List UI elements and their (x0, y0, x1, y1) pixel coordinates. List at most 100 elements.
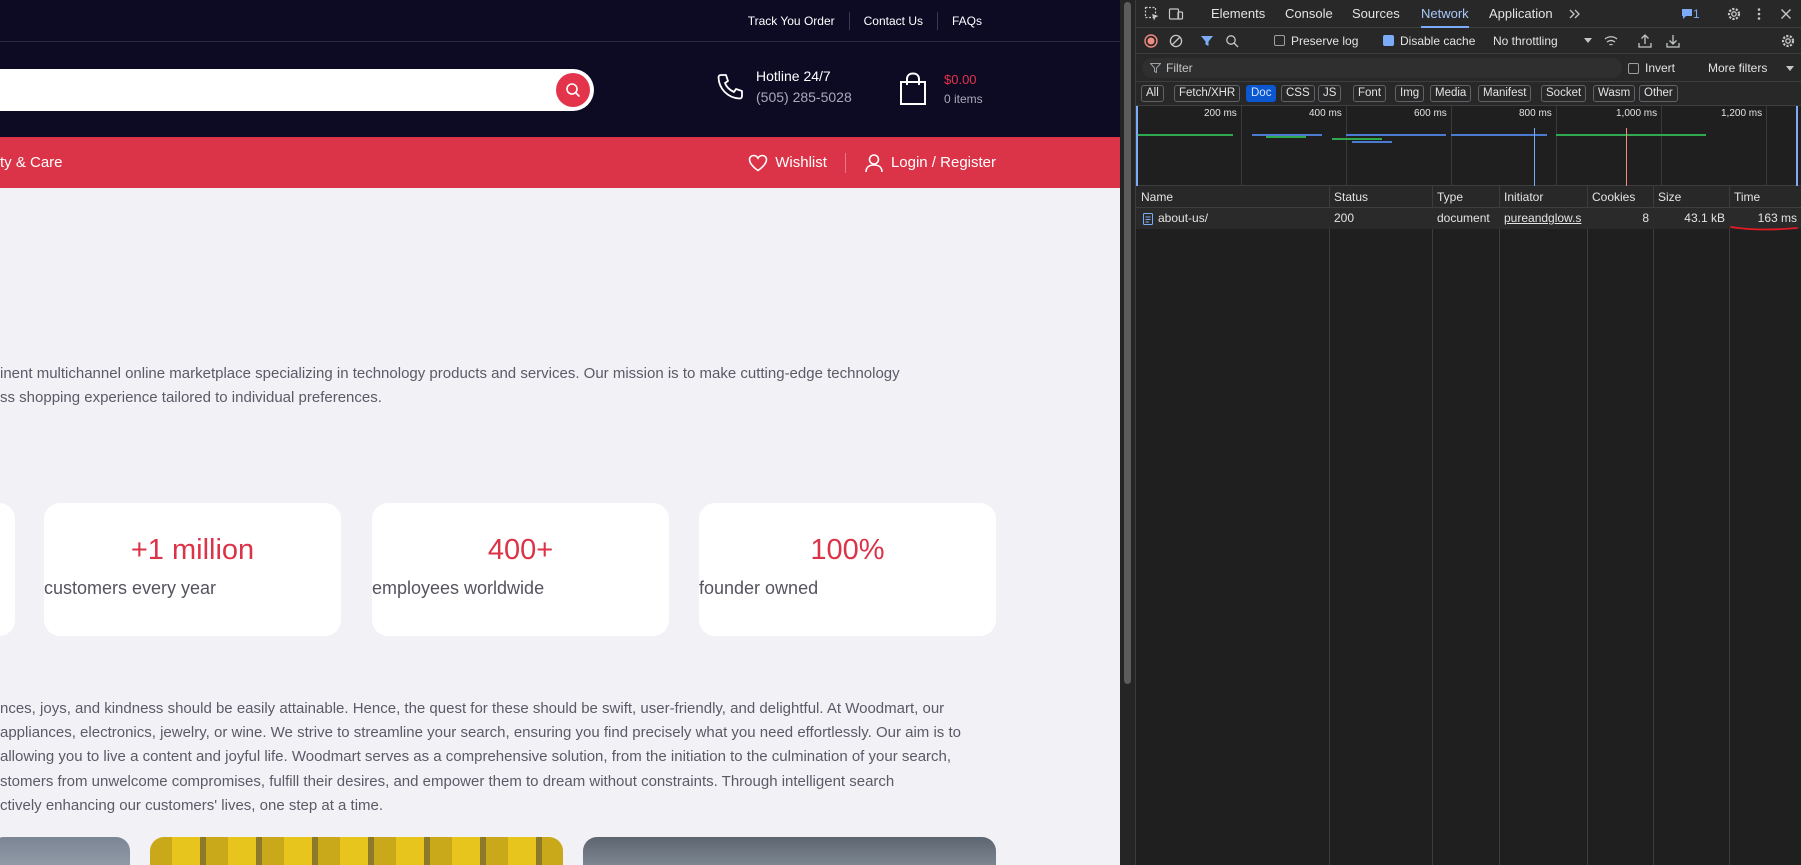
body-line: stomers from unwelcome compromises, fulf… (0, 772, 895, 790)
stat-label: founder owned (699, 578, 819, 598)
filter-chip-all[interactable]: All (1141, 85, 1164, 102)
category-nav: ty & Care Wishlist Login / Register (0, 137, 1120, 188)
resource-type-filters: All Fetch/XHR Doc CSS JS Font Img Media … (1136, 82, 1801, 106)
filter-chip-wasm[interactable]: Wasm (1593, 85, 1636, 102)
more-options-icon[interactable] (1751, 6, 1767, 22)
device-toolbar-icon[interactable] (1168, 6, 1184, 22)
filter-icon[interactable] (1200, 34, 1214, 48)
timeline-bar (1346, 134, 1446, 136)
wishlist-link[interactable]: Wishlist (748, 154, 827, 172)
cart-item-count: 0 items (944, 92, 983, 106)
hotline-number: (505) 285-5028 (756, 89, 852, 105)
filter-chip-other[interactable]: Other (1639, 85, 1678, 102)
clear-icon[interactable] (1169, 34, 1183, 48)
faqs-link[interactable]: FAQs (936, 12, 996, 30)
page-scrollbar[interactable] (1120, 0, 1135, 865)
stop-recording-icon[interactable] (1144, 34, 1158, 48)
filter-chip-media[interactable]: Media (1430, 85, 1472, 102)
request-status: 200 (1334, 211, 1355, 225)
invert-checkbox[interactable] (1628, 63, 1639, 74)
stat-card-partial (0, 503, 15, 636)
issues-count[interactable]: 1 (1693, 7, 1700, 21)
overview-left-handle[interactable] (1136, 106, 1138, 186)
table-row[interactable]: about-us/ 200 document pureandglow.s 8 4… (1136, 208, 1801, 229)
filter-chip-js[interactable]: JS (1318, 85, 1342, 102)
inspect-element-icon[interactable] (1144, 6, 1160, 22)
export-har-icon[interactable] (1665, 33, 1681, 49)
column-divider (1587, 186, 1588, 865)
search-icon[interactable] (1225, 34, 1239, 48)
timeline-tick: 1,000 ms (1616, 108, 1658, 119)
network-settings-gear-icon[interactable] (1780, 33, 1796, 49)
contact-us-link[interactable]: Contact Us (848, 12, 937, 30)
scrollbar-thumb[interactable] (1124, 2, 1131, 684)
timeline-gridline (1556, 106, 1557, 186)
column-header-status[interactable]: Status (1334, 190, 1368, 204)
filter-chip-img[interactable]: Img (1395, 85, 1425, 102)
filter-placeholder: Filter (1166, 61, 1193, 75)
column-header-cookies[interactable]: Cookies (1592, 190, 1635, 204)
throttling-select[interactable]: No throttling (1493, 34, 1558, 48)
timeline-gridline (1766, 106, 1767, 186)
preserve-log-checkbox[interactable] (1274, 35, 1285, 46)
devtools-tabbar: Elements Console Sources Network Applica… (1136, 0, 1801, 28)
filter-chip-fetch-xhr[interactable]: Fetch/XHR (1174, 85, 1241, 102)
request-name[interactable]: about-us/ (1158, 211, 1326, 225)
login-register-label: Login / Register (890, 154, 996, 171)
filter-chip-font[interactable]: Font (1353, 85, 1387, 102)
request-initiator-link[interactable]: pureandglow.s (1504, 211, 1586, 225)
cart[interactable]: $0.00 0 items (898, 70, 983, 108)
column-header-name[interactable]: Name (1141, 190, 1173, 204)
request-time: 163 ms (1757, 211, 1797, 225)
search-icon (566, 83, 580, 97)
preserve-log-label: Preserve log (1291, 34, 1359, 48)
login-register-link[interactable]: Login / Register (864, 153, 996, 173)
settings-gear-icon[interactable] (1726, 6, 1742, 22)
gallery-image (583, 837, 996, 865)
tab-application[interactable]: Application (1489, 0, 1553, 28)
hotline[interactable]: Hotline 24/7 (505) 285-5028 (714, 66, 852, 108)
network-conditions-icon[interactable] (1603, 33, 1619, 49)
disable-cache-checkbox[interactable] (1383, 35, 1394, 46)
stat-card-founder: 100% founder owned (699, 503, 996, 636)
hotline-title: Hotline 24/7 (756, 68, 831, 84)
overview-right-handle[interactable] (1796, 106, 1798, 186)
tab-elements[interactable]: Elements (1211, 0, 1265, 28)
column-header-size[interactable]: Size (1658, 190, 1681, 204)
column-header-type[interactable]: Type (1437, 190, 1463, 204)
cart-total: $0.00 (944, 72, 977, 87)
request-size: 43.1 kB (1684, 211, 1725, 225)
tab-sources[interactable]: Sources (1352, 0, 1400, 28)
more-filters-button[interactable]: More filters (1708, 61, 1767, 75)
search-button[interactable] (556, 73, 590, 107)
body-line: ctively enhancing our customers' lives, … (0, 796, 384, 814)
timeline-bar (1138, 134, 1233, 136)
column-header-initiator[interactable]: Initiator (1504, 190, 1543, 204)
tab-network[interactable]: Network (1421, 0, 1469, 28)
import-har-icon[interactable] (1637, 33, 1653, 49)
filter-chip-css[interactable]: CSS (1281, 85, 1315, 102)
column-header-time[interactable]: Time (1734, 190, 1760, 204)
chevron-down-icon (1786, 66, 1794, 71)
close-devtools-icon[interactable] (1778, 6, 1794, 22)
load-event-marker (1626, 128, 1627, 186)
filter-chip-manifest[interactable]: Manifest (1478, 85, 1532, 102)
site-header: Hotline 24/7 (505) 285-5028 $0.00 0 item… (0, 42, 1120, 137)
search-input[interactable] (0, 69, 520, 111)
more-tabs-icon[interactable] (1567, 6, 1583, 22)
intro-line: ss shopping experience tailored to indiv… (0, 389, 382, 406)
filter-input-box[interactable]: Filter (1142, 58, 1622, 78)
column-divider (1729, 186, 1730, 865)
tab-console[interactable]: Console (1285, 0, 1333, 28)
filter-chip-socket[interactable]: Socket (1541, 85, 1587, 102)
filter-chip-doc[interactable]: Doc (1246, 85, 1277, 102)
timeline-gridline (1451, 106, 1452, 186)
timeline-bar (1266, 136, 1306, 138)
timeline-tick: 200 ms (1204, 108, 1237, 119)
nav-category-beauty-care[interactable]: ty & Care (0, 137, 63, 188)
track-order-link[interactable]: Track You Order (734, 12, 849, 30)
stat-value: +1 million (130, 534, 255, 566)
timeline-tick: 600 ms (1414, 108, 1447, 119)
network-timeline-overview[interactable]: 200 ms 400 ms 600 ms 800 ms 1,000 ms 1,2… (1136, 106, 1801, 186)
body-line: nces, joys, and kindness should be easil… (0, 700, 945, 717)
